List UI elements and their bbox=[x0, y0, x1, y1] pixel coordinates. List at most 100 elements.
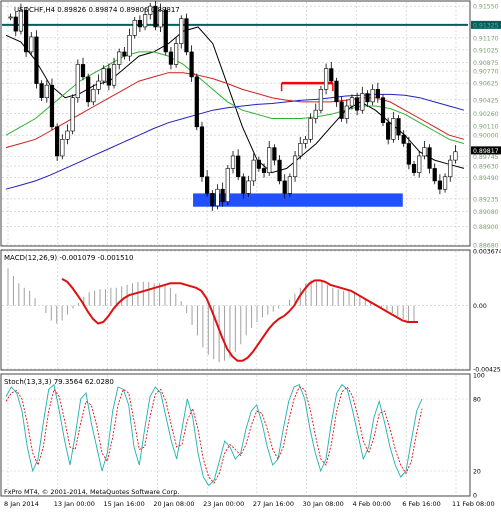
macd-panel-title: MACD(12,26,9) -0.001079 -0.001510 bbox=[4, 254, 133, 262]
candle-body bbox=[13, 16, 18, 32]
x-tick-label: 15 Jan 16:00 bbox=[104, 500, 145, 508]
price-tick-label: 0.90260 bbox=[473, 111, 499, 118]
candle-body bbox=[163, 10, 168, 53]
candle-body bbox=[256, 159, 261, 169]
candle-body bbox=[210, 193, 215, 207]
candle-body bbox=[65, 130, 70, 140]
candle-body bbox=[34, 36, 39, 84]
candle-body bbox=[184, 18, 189, 53]
candle-body bbox=[339, 101, 344, 119]
candle-body bbox=[117, 51, 122, 65]
price-tick-label: 0.89745 bbox=[473, 154, 499, 161]
price-tick-label: 0.90875 bbox=[473, 60, 499, 67]
x-tick-label: 8 Jan 2014 bbox=[4, 500, 39, 508]
candle-body bbox=[23, 10, 29, 53]
x-tick-label: 11 Feb 08:00 bbox=[452, 500, 495, 508]
x-tick-label: 30 Jan 08:00 bbox=[303, 500, 344, 508]
candle-body bbox=[391, 118, 396, 140]
candle-body bbox=[179, 18, 184, 44]
candle-body bbox=[396, 118, 401, 136]
candle-body bbox=[111, 64, 117, 86]
stoch-tick-label: 80 bbox=[473, 397, 481, 404]
candle-body bbox=[132, 20, 137, 36]
candle-body bbox=[375, 89, 380, 99]
candle-body bbox=[189, 51, 194, 78]
stoch-tick-label: 0 bbox=[473, 493, 477, 500]
price-tick-label: 0.91025 bbox=[473, 47, 499, 54]
price-tick-label: 0.90625 bbox=[473, 81, 499, 88]
candle-body bbox=[199, 126, 205, 178]
chart-root: 0.91550 0.91325 0.91170 0.91025 0.90875 0.907… bbox=[0, 0, 501, 510]
candle-body bbox=[122, 51, 127, 57]
candle-body bbox=[215, 188, 220, 207]
candle-body bbox=[380, 97, 386, 123]
candle-body bbox=[313, 109, 318, 119]
candle-body bbox=[406, 143, 411, 165]
stoch-tick-label: 20 bbox=[473, 469, 481, 476]
candle-body bbox=[442, 176, 448, 190]
candle-body bbox=[70, 97, 75, 132]
candle-body bbox=[86, 76, 91, 103]
candle-body bbox=[272, 147, 277, 161]
candle-body bbox=[106, 68, 111, 86]
candle-body bbox=[142, 14, 148, 28]
candle-body bbox=[246, 180, 251, 194]
current-price-label: 0.89817 bbox=[473, 148, 499, 155]
price-tick-label: 0.91550 bbox=[473, 4, 499, 11]
price-tick-label: 0.89490 bbox=[473, 175, 499, 182]
x-tick-label: 13 Jan 00:00 bbox=[54, 500, 95, 508]
macd-tick-label: 0.00 bbox=[473, 303, 487, 310]
candle-body bbox=[8, 16, 13, 19]
candle-body bbox=[329, 68, 334, 82]
candle-body bbox=[287, 176, 293, 194]
price-tick-label: 0.91170 bbox=[473, 35, 499, 42]
candle-body bbox=[277, 159, 282, 182]
candle-body bbox=[267, 147, 272, 173]
candle-body bbox=[137, 20, 143, 28]
forex-chart: 0.91550 0.91325 0.91170 0.91025 0.90875 0.907… bbox=[0, 0, 501, 510]
candle-body bbox=[448, 159, 453, 178]
candle-body bbox=[44, 84, 49, 99]
price-panel-title: USDCHF,H4 0.89826 0.89874 0.89806 0.8981… bbox=[14, 6, 180, 14]
x-tick-label: 6 Feb 16:00 bbox=[402, 500, 441, 508]
candle-body bbox=[323, 68, 329, 90]
candle-body bbox=[127, 34, 132, 57]
candle-body bbox=[318, 89, 324, 111]
candle-body bbox=[173, 43, 179, 65]
copyright-text: FxPro MT4, © 2001-2014, MetaQuotes Softw… bbox=[4, 488, 179, 496]
candle-body bbox=[49, 84, 55, 128]
candle-body bbox=[91, 89, 96, 103]
candle-body bbox=[308, 118, 313, 140]
candle-body bbox=[303, 139, 308, 144]
candle-body bbox=[334, 80, 339, 103]
candle-body bbox=[75, 64, 80, 99]
candle-body bbox=[39, 83, 44, 99]
price-tick-label: 0.89235 bbox=[473, 196, 499, 203]
candle-body bbox=[205, 176, 210, 194]
candle-body bbox=[194, 76, 199, 128]
price-tick-label: 0.91325 bbox=[473, 22, 499, 29]
price-tick-label: 0.89080 bbox=[473, 209, 499, 216]
candle-body bbox=[80, 64, 86, 78]
candle-body bbox=[427, 147, 432, 169]
candle-body bbox=[29, 36, 34, 53]
candle-body bbox=[349, 97, 355, 107]
candle-body bbox=[411, 163, 417, 173]
candle-body bbox=[60, 139, 65, 157]
candle-body bbox=[298, 143, 303, 157]
candle-body bbox=[422, 147, 427, 157]
price-tick-label: 0.88900 bbox=[473, 224, 499, 231]
candle-body bbox=[55, 126, 60, 157]
candle-body bbox=[386, 122, 391, 140]
candle-body bbox=[344, 105, 349, 119]
price-tick-label: 0.89630 bbox=[473, 163, 499, 170]
candle-body bbox=[251, 159, 256, 182]
stoch-panel-title: Stoch(13,3,3) 79.3564 62.0280 bbox=[4, 378, 114, 386]
candle-body bbox=[220, 188, 225, 203]
candle-body bbox=[360, 93, 365, 111]
candle-body bbox=[365, 93, 370, 103]
candle-body bbox=[370, 89, 375, 103]
stoch-tick-label: 100 bbox=[473, 373, 485, 380]
candle-body bbox=[417, 155, 422, 173]
price-tick-label: 0.90110 bbox=[473, 123, 499, 130]
